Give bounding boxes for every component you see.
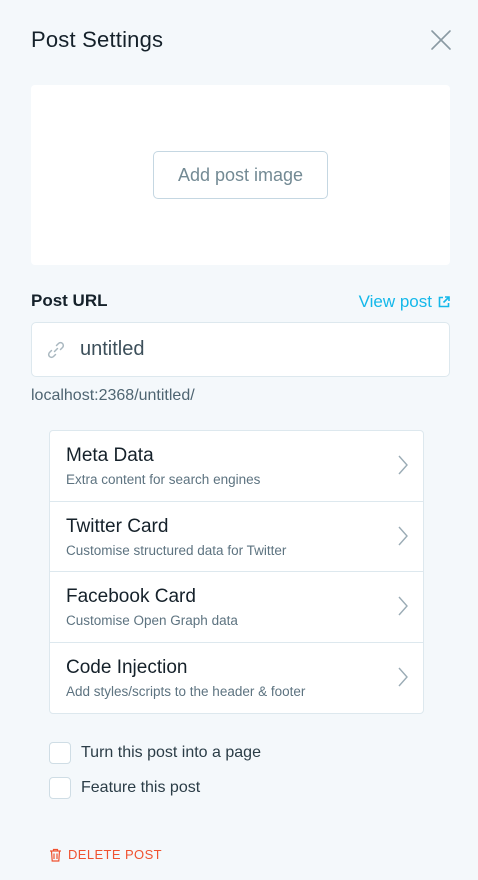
close-button[interactable] [428,27,454,53]
menu-item-title: Facebook Card [66,586,196,607]
menu-item-description: Customise Open Graph data [66,613,238,628]
featured-post-option[interactable]: Feature this post [49,777,200,799]
menu-item-description: Add styles/scripts to the header & foote… [66,683,306,699]
panel-title: Post Settings [31,27,164,52]
view-post-label: View post [358,292,432,311]
featured-post-label: Feature this post [81,779,201,796]
menu-item-code-injection[interactable]: Code Injection Add styles/scripts to the… [50,643,423,714]
external-link-icon [438,296,450,308]
menu-item-description: Customise structured data for Twitter [66,542,287,558]
menu-item-meta-data[interactable]: Meta Data Extra content for search engin… [50,431,423,502]
trash-icon [50,848,61,862]
featured-post-checkbox[interactable] [49,777,71,799]
delete-post-label: DELETE POST [68,847,162,862]
menu-item-title: Twitter Card [66,515,169,537]
menu-item-description: Extra content for search engines [66,472,261,487]
chevron-right-icon [398,455,408,475]
menu-item-twitter-card[interactable]: Twitter Card Customise structured data f… [50,502,423,572]
static-page-label: Turn this post into a page [81,744,261,761]
menu-item-facebook-card[interactable]: Facebook Card Customise Open Graph data [50,572,423,643]
delete-post-button[interactable]: DELETE POST [49,847,162,862]
static-page-option[interactable]: Turn this post into a page [49,742,261,764]
view-post-link[interactable]: View post [359,292,450,312]
post-url-input[interactable] [80,323,440,376]
close-icon [431,30,451,50]
post-url-label: Post URL [31,291,108,310]
post-url-preview: localhost:2368/untitled/ [31,387,195,404]
link-icon [47,341,65,359]
menu-item-title: Code Injection [66,656,188,678]
post-url-field[interactable] [31,322,450,377]
panel-header: Post Settings [0,0,478,82]
add-post-image-button[interactable]: Add post image [153,151,328,199]
chevron-right-icon [398,526,408,545]
chevron-right-icon [398,667,408,686]
settings-menu: Meta Data Extra content for search engin… [49,430,424,714]
static-page-checkbox[interactable] [49,742,71,764]
menu-item-title: Meta Data [66,445,154,466]
post-image-dropzone[interactable]: Add post image [31,85,450,265]
chevron-right-icon [398,596,408,616]
